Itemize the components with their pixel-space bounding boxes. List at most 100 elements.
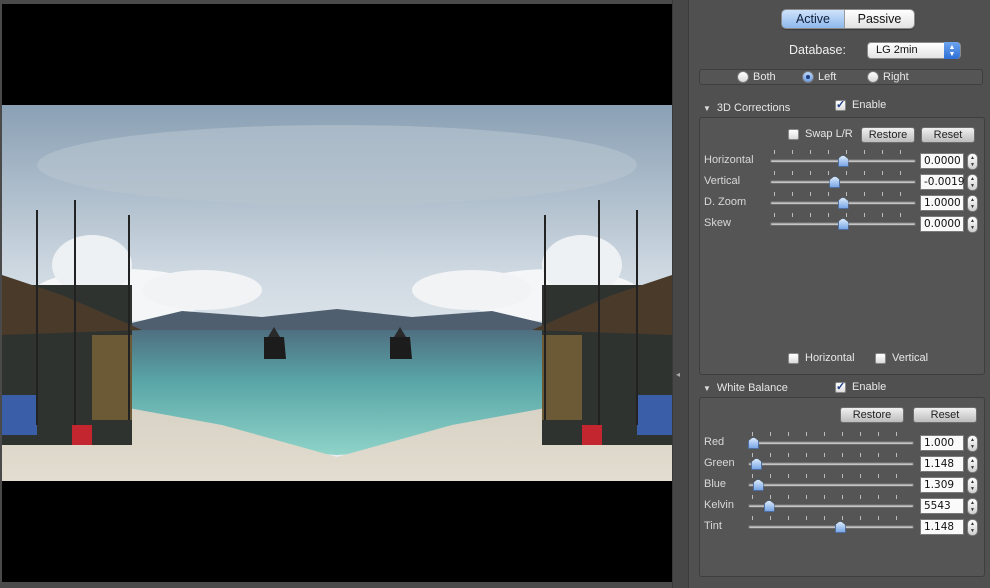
slider-ticks — [752, 495, 910, 499]
stepper-icon[interactable]: ▲ ▼ — [967, 477, 978, 494]
video-preview[interactable] — [2, 4, 672, 582]
wb-enable-checkbox[interactable]: Enable — [835, 380, 887, 393]
radio-right-label: Right — [883, 71, 909, 83]
flip-horizontal-label: Horizontal — [805, 352, 855, 364]
radio-left[interactable]: Left — [802, 71, 836, 83]
slider-track[interactable] — [770, 180, 916, 184]
checkbox-icon — [875, 352, 886, 364]
slider-value-field[interactable]: 5543 — [920, 498, 964, 514]
slider-ticks — [774, 192, 912, 196]
3d-enable-checkbox[interactable]: Enable — [835, 98, 887, 111]
slider-value-field[interactable]: 1.000 — [920, 435, 964, 451]
slider-ticks — [752, 474, 910, 478]
reset-wb-button[interactable]: Reset — [913, 407, 977, 423]
divider-grip-icon[interactable]: ◂ — [676, 370, 680, 379]
stepper-icon[interactable]: ▲ ▼ — [967, 456, 978, 473]
reset-3d-button[interactable]: Reset — [921, 127, 975, 143]
radio-right[interactable]: Right — [867, 71, 909, 83]
stepper-icon[interactable]: ▲ ▼ — [967, 174, 978, 191]
radio-both[interactable]: Both — [737, 71, 776, 83]
slider-thumb[interactable] — [837, 218, 849, 230]
restore-wb-button[interactable]: Restore — [840, 407, 904, 423]
beach-scene-image — [2, 105, 672, 481]
slider-value-field[interactable]: 0.0000 — [920, 153, 964, 169]
database-label: Database: — [789, 43, 846, 57]
slider-ticks — [774, 213, 912, 217]
radio-dot-selected — [802, 71, 814, 83]
slider-track[interactable] — [748, 525, 914, 529]
flip-vertical-checkbox[interactable]: Vertical — [875, 352, 928, 364]
stepper-icon[interactable]: ▲ ▼ — [967, 435, 978, 452]
stepper-icon[interactable]: ▲ ▼ — [967, 498, 978, 515]
disclosure-triangle-icon: ▼ — [703, 103, 711, 113]
split-divider[interactable] — [672, 0, 688, 588]
slider-ticks — [752, 516, 910, 520]
updown-arrows-icon: ▲ ▼ — [944, 42, 960, 59]
flip-horizontal-checkbox[interactable]: Horizontal — [788, 352, 855, 364]
slider-label-vertical: Vertical — [704, 175, 741, 187]
checkbox-icon — [788, 352, 799, 364]
radio-dot — [737, 71, 749, 83]
disclosure-triangle-icon: ▼ — [703, 383, 711, 393]
slider-label-kelvin: Kelvin — [704, 499, 734, 511]
radio-dot — [867, 71, 879, 83]
white-balance-box: Restore Reset Red 1.000 ▲ ▼ Green 1.148 ▲ ▼ Blue… — [699, 397, 985, 577]
3d-corrections-box: Swap L/R Restore Reset Horizontal 0.0000 ▲… — [699, 117, 985, 375]
slider-label-green: Green — [704, 457, 735, 469]
slider-track[interactable] — [748, 483, 914, 487]
slider-track[interactable] — [748, 441, 914, 445]
section-3d-corrections[interactable]: ▼ 3D Corrections — [703, 102, 790, 114]
slider-track[interactable] — [748, 462, 914, 466]
slider-value-field[interactable]: 1.148 — [920, 456, 964, 472]
slider-label-horizontal: Horizontal — [704, 154, 754, 166]
checkbox-checked-icon — [835, 380, 846, 393]
enable-label: Enable — [852, 99, 887, 111]
beach-stereo-image — [2, 105, 672, 481]
slider-label-red: Red — [704, 436, 725, 448]
slider-thumb[interactable] — [829, 176, 841, 188]
flip-vertical-label: Vertical — [892, 352, 929, 364]
slider-thumb[interactable] — [834, 521, 846, 533]
stepper-icon[interactable]: ▲ ▼ — [967, 216, 978, 233]
control-panel: Active Passive Database: LG 2min ▲ ▼ Both… — [688, 0, 990, 588]
slider-thumb[interactable] — [763, 500, 775, 512]
stepper-icon[interactable]: ▲ ▼ — [967, 519, 978, 536]
radio-left-label: Left — [818, 71, 837, 83]
section-title: White Balance — [716, 382, 788, 394]
slider-label-blue: Blue — [704, 478, 727, 490]
slider-thumb[interactable] — [837, 155, 849, 167]
section-white-balance[interactable]: ▼ White Balance — [703, 382, 788, 394]
checkbox-icon — [788, 128, 799, 140]
mode-segmented-control: Active Passive — [781, 9, 915, 29]
slider-value-field[interactable]: 1.148 — [920, 519, 964, 535]
stepper-icon[interactable]: ▲ ▼ — [967, 195, 978, 212]
stepper-icon[interactable]: ▲ ▼ — [967, 153, 978, 170]
slider-thumb[interactable] — [752, 479, 764, 491]
slider-label-tint: Tint — [704, 520, 722, 532]
database-select[interactable]: LG 2min ▲ ▼ — [867, 42, 961, 59]
slider-ticks — [752, 432, 910, 436]
radio-both-label: Both — [753, 71, 776, 83]
slider-label-skew: Skew — [704, 217, 731, 229]
swap-lr-checkbox[interactable]: Swap L/R — [788, 128, 853, 140]
slider-thumb[interactable] — [837, 197, 849, 209]
eye-select-group: Both Left Right — [699, 69, 983, 85]
slider-ticks — [774, 171, 912, 175]
slider-thumb[interactable] — [748, 437, 759, 449]
section-title: 3D Corrections — [716, 102, 791, 114]
slider-label-d-zoom: D. Zoom — [704, 196, 747, 208]
slider-value-field[interactable]: 1.0000 — [920, 195, 964, 211]
slider-ticks — [774, 150, 912, 154]
restore-3d-button[interactable]: Restore — [861, 127, 915, 143]
slider-value-field[interactable]: -0.0019 — [920, 174, 965, 190]
tab-active[interactable]: Active — [782, 10, 844, 28]
slider-ticks — [752, 453, 910, 457]
slider-thumb[interactable] — [751, 458, 763, 470]
slider-value-field[interactable]: 0.0000 — [920, 216, 964, 232]
tab-passive[interactable]: Passive — [844, 10, 914, 28]
database-value: LG 2min — [876, 44, 918, 56]
swap-lr-label: Swap L/R — [805, 128, 853, 140]
checkbox-checked-icon — [835, 98, 846, 111]
slider-value-field[interactable]: 1.309 — [920, 477, 964, 493]
enable-label: Enable — [852, 381, 887, 393]
